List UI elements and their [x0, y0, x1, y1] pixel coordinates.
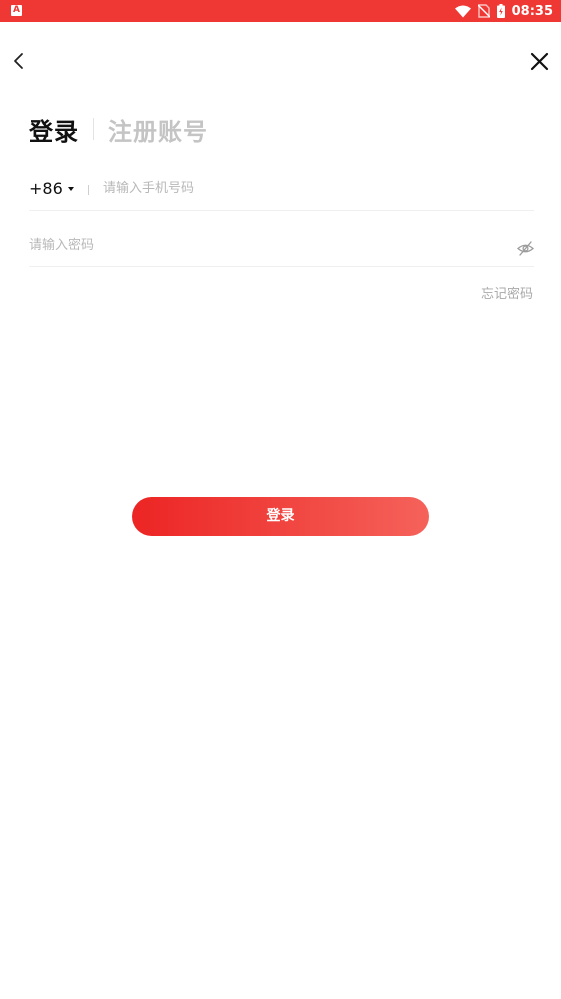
battery-charging-icon [496, 4, 505, 18]
phone-row: +86 [29, 172, 534, 211]
password-visibility-toggle[interactable] [517, 240, 534, 257]
close-button[interactable] [529, 51, 550, 72]
caret-down-icon [67, 186, 74, 191]
forgot-password-link[interactable]: 忘记密码 [481, 283, 533, 302]
status-icons: 08:35 [454, 0, 553, 22]
tab-login[interactable]: 登录 [29, 112, 79, 147]
wifi-icon [454, 5, 471, 18]
phone-input[interactable] [103, 178, 523, 198]
no-sim-icon [477, 4, 490, 18]
phone-separator [88, 185, 89, 195]
login-button[interactable]: 登录 [132, 497, 429, 536]
country-code-selector[interactable]: +86 [29, 179, 74, 198]
tab-register[interactable]: 注册账号 [108, 112, 208, 147]
close-icon [529, 51, 550, 72]
status-bar: A 08:35 [0, 0, 561, 22]
password-input[interactable] [29, 235, 499, 255]
password-row [29, 228, 534, 267]
tab-divider [93, 118, 94, 140]
eye-off-icon [517, 240, 534, 257]
country-code-label: +86 [29, 179, 63, 198]
auth-tabs: 登录 注册账号 [29, 112, 208, 146]
app-notification-icon: A [11, 5, 22, 16]
back-button[interactable] [9, 51, 29, 71]
chevron-left-icon [9, 51, 29, 71]
status-time: 08:35 [511, 3, 553, 19]
